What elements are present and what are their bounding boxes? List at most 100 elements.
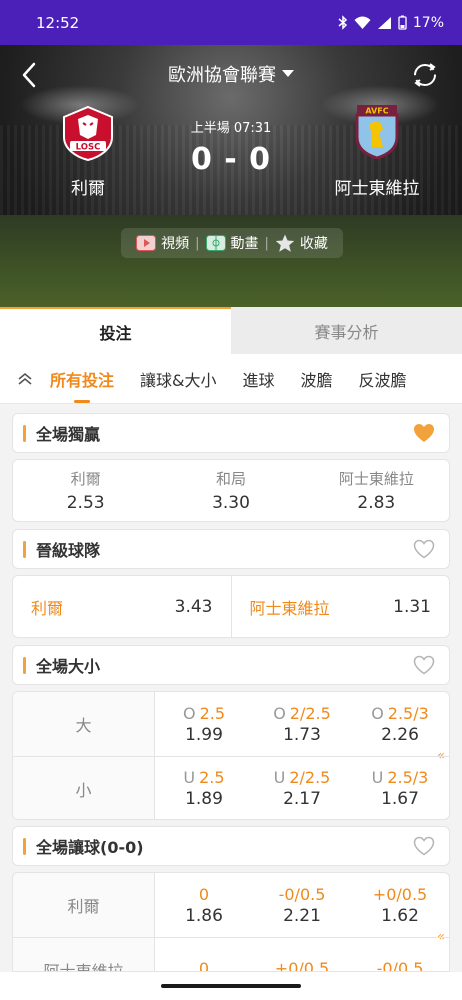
section-accent-bar [23,424,26,442]
odd-value: 1.86 [185,905,223,926]
home-team-name: 利爾 [71,179,105,199]
row-label: 利爾 [13,873,155,937]
odds-cell[interactable]: U 2.5 1.89 [155,757,253,819]
status-bar: 12:52 17% [0,0,462,45]
section-title-text: 全場讓球(0-0) [36,838,144,857]
media-separator: | [264,235,269,251]
gesture-nav-bar[interactable] [0,972,462,1000]
tab-handicap-over-under[interactable]: 讓球&大小 [140,367,216,391]
refresh-icon [414,63,436,87]
refresh-button[interactable] [410,60,440,90]
section-title: 全場大小 [23,653,100,677]
line-value: +0/0.5 [372,884,428,904]
outcome-odd: 3.30 [212,493,250,513]
outcome-home[interactable]: 利爾 2.53 [13,460,158,521]
outcome-label: 阿士東維拉 [249,598,330,618]
video-play-icon [136,235,157,251]
outcome-away[interactable]: 阿士東維拉 1.31 [230,576,450,637]
section-header-full-time-result[interactable]: 全場獨贏 [12,413,450,453]
battery-icon [398,15,407,30]
status-icons: 17% [338,15,444,31]
odds-cell[interactable]: -0/0.5 2.21 [253,873,351,937]
odds-cell[interactable]: +0/0.5 1.62 [351,873,449,937]
section-accent-bar [23,540,26,558]
tab-goals[interactable]: 進球 [243,367,275,391]
caret-down-icon [282,70,294,77]
odds-cell[interactable]: O 2.5/3 2.26 [351,692,449,756]
wifi-icon [354,16,371,29]
svg-text:AVFC: AVFC [365,107,388,116]
odds-cell[interactable]: +0/0.5 [253,938,351,972]
line-value: U 2/2.5 [273,768,331,787]
heart-outline-icon[interactable] [413,539,435,559]
outcome-odd: 3.43 [174,596,213,617]
section-header-over-under[interactable]: 全場大小 [12,645,450,685]
tab-reverse-correct-score[interactable]: 反波膽 [359,367,407,391]
signal-icon [377,16,391,29]
section-accent-bar [23,656,26,674]
odd-value: 1.67 [381,789,419,809]
section-title: 晉級球隊 [23,537,100,561]
tab-all-bets[interactable]: 所有投注 [50,367,114,403]
line-value: +0/0.5 [274,959,330,972]
odd-value: 1.99 [185,724,223,745]
odds-cell[interactable]: 0 1.86 [155,873,253,937]
line-value: U 2.5/3 [371,768,429,787]
section-header-handicap[interactable]: 全場讓球(0-0) [12,826,450,866]
back-arrow-icon [22,62,36,88]
video-button[interactable]: 視頻 [136,233,189,253]
outcome-home[interactable]: 利爾 3.43 [13,576,231,637]
collapse-all-button[interactable] [0,372,50,386]
odd-value: 1.73 [283,724,321,745]
odds-cell[interactable]: U 2.5/3 1.67 [351,757,449,819]
line-prefix: U [273,768,286,787]
row-label: 阿士東維拉 [13,938,155,971]
odds-cell[interactable]: 0 [155,938,253,971]
line-value: O 2/2.5 [273,703,331,723]
section-title: 全場獨贏 [23,421,100,445]
outcome-label: 利爾 [31,598,64,618]
odds-cell[interactable]: O 2/2.5 1.73 [253,692,351,756]
tab-betting[interactable]: 投注 [0,307,231,354]
handicap-home-row: 利爾 0 1.86 -0/0.5 2.21 +0/0.5 1.62 « [13,873,449,945]
tab-match-analysis[interactable]: 賽事分析 [231,307,462,354]
favorite-label: 收藏 [299,236,328,252]
animation-button[interactable]: 動畫 [205,233,259,253]
odd-value: 1.89 [185,789,223,809]
outcome-away[interactable]: 阿士東維拉 2.83 [304,460,449,521]
home-handle[interactable] [161,984,301,988]
heart-outline-icon[interactable] [413,836,435,856]
favorite-button[interactable]: 收藏 [275,233,328,253]
line-value: 0 [198,884,210,904]
section-title-text: 全場獨贏 [36,425,101,444]
section-header-to-qualify[interactable]: 晉級球隊 [12,529,450,569]
odds-cell[interactable]: -0/0.5 [351,938,449,972]
tab-correct-score[interactable]: 波膽 [301,367,333,391]
section-title-text: 全場大小 [36,657,101,676]
outcome-odd: 1.31 [393,596,431,617]
market-handicap: 利爾 0 1.86 -0/0.5 2.21 +0/0.5 1.62 « 阿士東維… [12,872,450,972]
market-tabs: 所有投注 讓球&大小 進球 波膽 反波膽 [0,354,462,404]
bluetooth-icon [338,15,347,30]
market-full-time-result: 利爾 2.53 和局 3.30 阿士東維拉 2.83 [12,459,450,522]
odds-cell[interactable]: U 2/2.5 2.17 [253,757,351,819]
odds-cell[interactable]: O 2.5 1.99 [155,692,253,756]
match-period: 上半場 07:31 [190,121,272,136]
animation-label: 動畫 [230,236,259,252]
under-row: 小 U 2.5 1.89 U 2/2.5 2.17 U 2.5/3 1.67 [13,756,449,819]
outcome-draw[interactable]: 和局 3.30 [158,460,303,521]
star-icon [275,234,295,252]
status-time: 12:52 [36,13,80,32]
league-name: 歐洲協會聯賽 [168,65,276,86]
line-value: -0/0.5 [376,959,424,972]
heart-filled-icon[interactable] [413,423,435,443]
league-selector[interactable]: 歐洲協會聯賽 [140,59,322,89]
back-button[interactable] [14,60,44,90]
line-prefix: O [273,703,286,723]
heart-outline-icon[interactable] [413,655,435,675]
market-to-qualify: 利爾 3.43 阿士東維拉 1.31 [12,575,450,638]
line-value: O 2.5/3 [371,703,429,723]
market-over-under: 大 O 2.5 1.99 O 2/2.5 1.73 O 2.5/3 2.26 « 小 … [12,691,450,820]
line-value: -0/0.5 [278,884,326,904]
odd-value: 2.17 [283,789,321,809]
